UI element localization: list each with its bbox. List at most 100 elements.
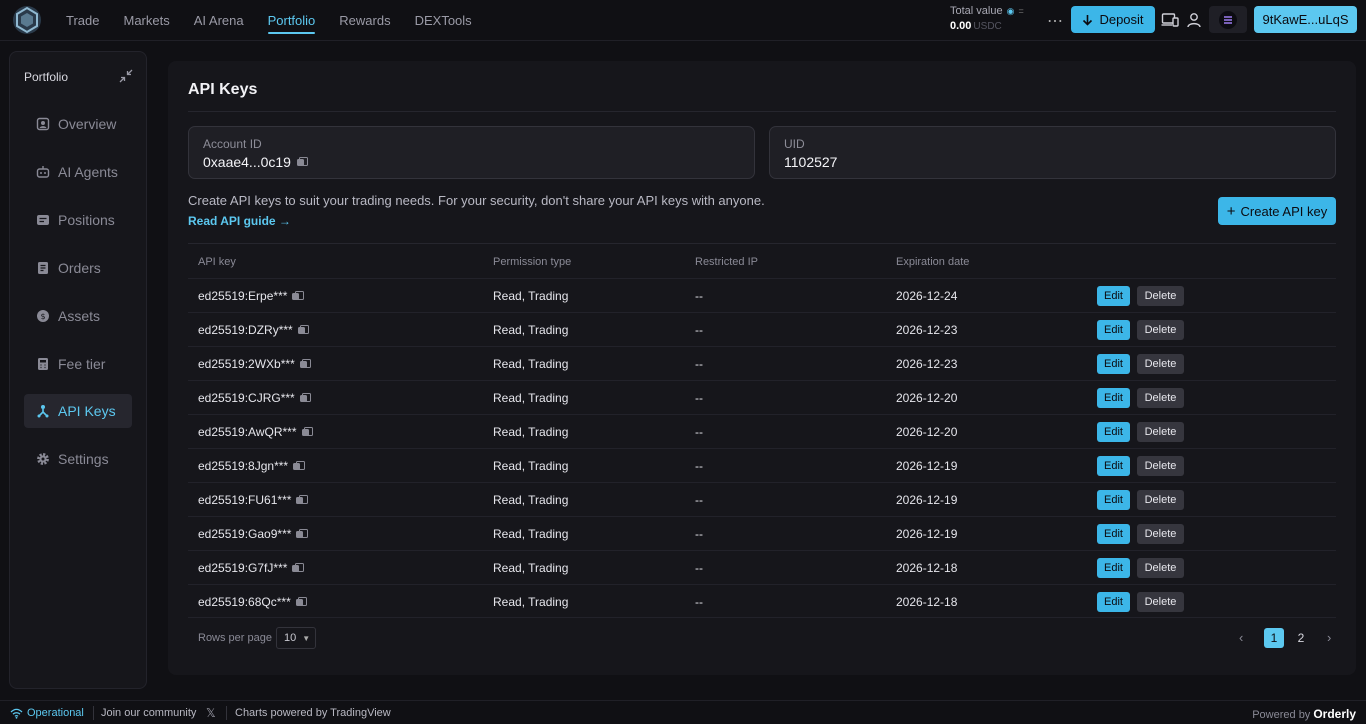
chain-selector[interactable] (1209, 6, 1247, 33)
delete-button[interactable]: Delete (1137, 592, 1184, 612)
chevron-right-icon[interactable]: › (1327, 630, 1331, 645)
sidebar-item-ai-agents[interactable]: AI Agents (24, 155, 132, 189)
sidebar-item-label: Overview (58, 116, 117, 132)
delete-button[interactable]: Delete (1137, 456, 1184, 476)
page-button-1[interactable]: 1 (1264, 628, 1284, 648)
nav-markets[interactable]: Markets (123, 0, 169, 41)
more-icon[interactable]: ⋯ (1047, 11, 1064, 31)
copy-icon[interactable] (296, 157, 309, 167)
copy-icon[interactable] (293, 461, 305, 471)
restricted-ip-value: -- (695, 595, 703, 609)
edit-button[interactable]: Edit (1097, 354, 1130, 374)
deposit-button[interactable]: Deposit (1071, 6, 1155, 33)
copy-icon[interactable] (295, 597, 308, 607)
api-key-value: ed25519:68Qc*** (198, 595, 291, 609)
sidebar-item-label: Settings (58, 451, 109, 467)
edit-button[interactable]: Edit (1097, 592, 1130, 612)
wallet-button[interactable]: 9tKawE...uLqS (1254, 6, 1357, 33)
status-indicator: Operational (10, 707, 84, 719)
edit-button[interactable]: Edit (1097, 524, 1130, 544)
nav-portfolio[interactable]: Portfolio (267, 0, 315, 41)
sidebar-item-label: Fee tier (58, 356, 106, 372)
sidebar-item-api-keys[interactable]: API Keys (24, 394, 132, 428)
copy-icon[interactable] (296, 495, 308, 505)
table-row: ed25519:CJRG*** Read, Trading -- 2026-12… (188, 380, 1336, 414)
delete-button[interactable]: Delete (1137, 286, 1184, 306)
nav-ai-arena[interactable]: AI Arena (194, 0, 244, 41)
delete-button[interactable]: Delete (1137, 388, 1184, 408)
copy-icon[interactable] (292, 563, 304, 573)
copy-icon[interactable] (292, 291, 304, 301)
copy-icon[interactable] (299, 359, 312, 369)
edit-button[interactable]: Edit (1097, 558, 1130, 578)
nav-rewards[interactable]: Rewards (339, 0, 390, 41)
table-row: ed25519:Gao9*** Read, Trading -- 2026-12… (188, 516, 1336, 550)
divider (93, 706, 94, 720)
rows-per-page-select[interactable]: 10 ▼ (276, 627, 316, 649)
sidebar-item-label: Positions (58, 212, 115, 228)
api-keys-panel: API Keys Account ID 0xaae4...0c19 UID 11… (168, 61, 1356, 675)
edit-button[interactable]: Edit (1097, 456, 1130, 476)
sidebar-item-label: Assets (58, 308, 101, 324)
restricted-ip-value: -- (695, 493, 703, 507)
permission-value: Read, Trading (493, 289, 569, 303)
sidebar-item-assets[interactable]: $ Assets (24, 299, 132, 333)
fee-icon (38, 358, 48, 370)
robot-icon (36, 166, 50, 178)
column-expiration-date: Expiration date (896, 256, 970, 268)
delete-button[interactable]: Delete (1137, 320, 1184, 340)
collapse-icon[interactable] (119, 69, 133, 83)
nav-dextools[interactable]: DEXTools (415, 0, 472, 41)
eye-icon[interactable]: ◉ (1007, 6, 1015, 17)
delete-button[interactable]: Delete (1137, 422, 1184, 442)
permission-value: Read, Trading (493, 323, 569, 337)
svg-text:$: $ (40, 312, 45, 321)
total-value-amount: 0.00 (950, 20, 972, 32)
expiration-value: 2026-12-19 (896, 527, 958, 541)
permission-value: Read, Trading (493, 493, 569, 507)
devices-icon[interactable] (1161, 11, 1179, 29)
sidebar-item-overview[interactable]: Overview (24, 107, 132, 141)
restricted-ip-value: -- (695, 391, 703, 405)
account-id-label: Account ID (203, 137, 262, 151)
edit-button[interactable]: Edit (1097, 320, 1130, 340)
read-api-guide-link[interactable]: Read API guide → (188, 214, 291, 228)
app-logo[interactable] (10, 4, 44, 36)
table-row: ed25519:G7fJ*** Read, Trading -- 2026-12… (188, 550, 1336, 584)
copy-icon[interactable] (299, 393, 312, 403)
total-value-unit: USDC (973, 21, 1002, 32)
table-header: API key Permission type Restricted IP Ex… (188, 245, 1336, 277)
copy-icon[interactable] (301, 427, 314, 437)
sidebar-item-label: API Keys (58, 403, 116, 419)
orderly-logo[interactable]: Orderly (1313, 707, 1356, 721)
sidebar-item-positions[interactable]: Positions (24, 203, 132, 237)
orders-icon (38, 262, 48, 274)
sidebar-item-orders[interactable]: Orders (24, 251, 132, 285)
page-title: API Keys (188, 81, 258, 98)
user-icon[interactable] (1185, 11, 1203, 29)
delete-button[interactable]: Delete (1137, 524, 1184, 544)
copy-icon[interactable] (296, 529, 308, 539)
delete-button[interactable]: Delete (1137, 558, 1184, 578)
chevron-left-icon[interactable]: ‹ (1239, 630, 1243, 645)
sidebar-item-settings[interactable]: Settings (24, 442, 132, 476)
edit-button[interactable]: Edit (1097, 388, 1130, 408)
sidebar-item-fee-tier[interactable]: Fee tier (24, 347, 132, 381)
nav-trade[interactable]: Trade (66, 0, 99, 41)
edit-button[interactable]: Edit (1097, 490, 1130, 510)
column-api-key: API key (198, 256, 236, 268)
create-api-key-label: Create API key (1240, 203, 1328, 219)
expiration-value: 2026-12-23 (896, 357, 958, 371)
edit-button[interactable]: Edit (1097, 422, 1130, 442)
api-key-value: ed25519:G7fJ*** (198, 561, 288, 575)
page-button-2[interactable]: 2 (1291, 628, 1311, 648)
copy-icon[interactable] (297, 325, 310, 335)
delete-button[interactable]: Delete (1137, 354, 1184, 374)
gear-icon (37, 453, 49, 465)
create-api-key-button[interactable]: + Create API key (1218, 197, 1336, 225)
toggle-icon[interactable]: = (1018, 6, 1023, 16)
edit-button[interactable]: Edit (1097, 286, 1130, 306)
x-icon[interactable]: 𝕏 (206, 706, 216, 720)
join-community-link[interactable]: Join our community (101, 707, 196, 719)
delete-button[interactable]: Delete (1137, 490, 1184, 510)
